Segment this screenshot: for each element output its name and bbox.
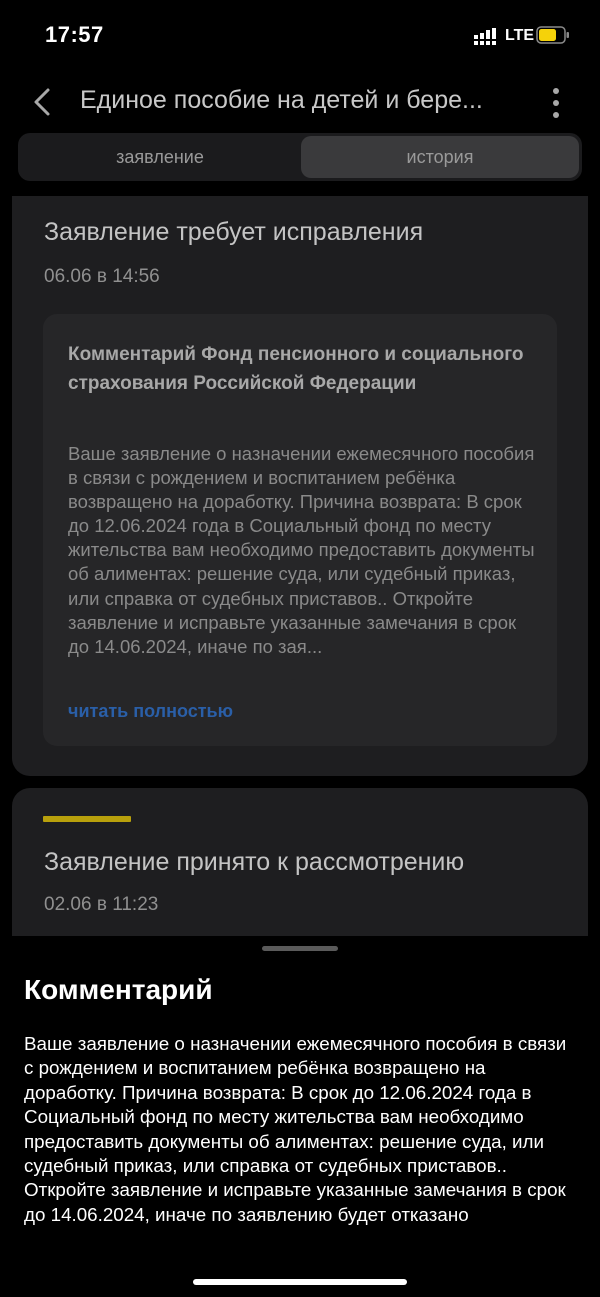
status-time: 17:57 [45, 22, 104, 47]
comment-text: Ваше заявление о назначении ежемесячного… [68, 443, 535, 657]
history-item-date: 02.06 в 11:23 [44, 894, 159, 915]
more-options-icon[interactable] [548, 86, 564, 120]
sheet-title: Комментарий [24, 974, 213, 1005]
page-title: Единое пособие на детей и бере... [80, 86, 483, 114]
history-item-date: 06.06 в 14:56 [44, 266, 160, 287]
history-card: Заявление требует исправления 06.06 в 14… [12, 196, 588, 776]
tab-application[interactable]: заявление [21, 136, 299, 178]
comment-bottom-sheet: Комментарий Ваше заявление о назначении … [0, 936, 600, 1297]
read-more-link[interactable]: читать полностью [68, 701, 233, 722]
back-arrow-icon[interactable] [28, 84, 58, 120]
network-type: LTE [505, 27, 535, 44]
app-header: Единое пособие на детей и бере... [0, 78, 600, 128]
status-bar: 17:57 LTE [0, 0, 600, 70]
sheet-drag-handle[interactable] [262, 946, 338, 951]
comment-box: Комментарий Фонд пенсионного и социально… [43, 314, 557, 746]
cellular-signal-icon [474, 28, 496, 45]
history-item-title: Заявление требует исправления [44, 218, 424, 246]
comment-title: Комментарий Фонд пенсионного и социально… [68, 344, 524, 394]
battery-icon [536, 26, 569, 44]
status-accent-bar [43, 816, 131, 822]
tab-history[interactable]: история [301, 136, 579, 178]
history-item-title: Заявление принято к рассмотрению [44, 848, 465, 876]
sheet-comment-text: Ваше заявление о назначении ежемесячного… [24, 1033, 567, 1225]
segmented-tabs: заявление история [18, 133, 582, 181]
home-indicator[interactable] [193, 1279, 407, 1285]
